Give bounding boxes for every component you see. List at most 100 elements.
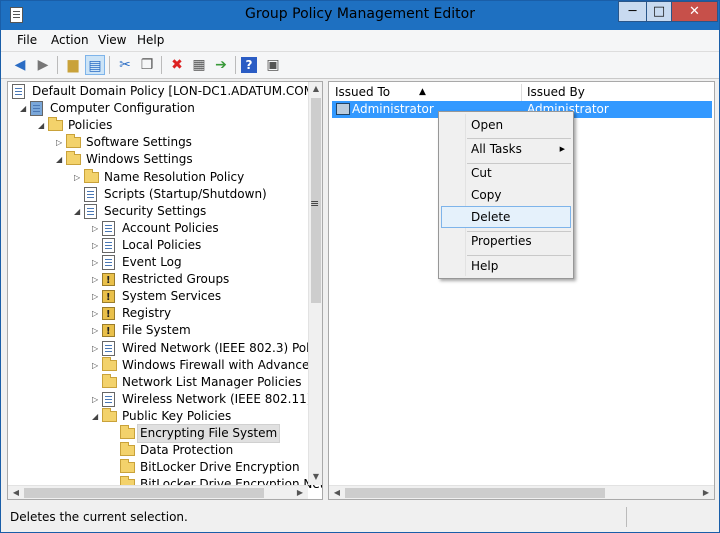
- collapse-arrow-icon[interactable]: ◢: [20, 100, 29, 117]
- expand-arrow-icon[interactable]: ▷: [92, 391, 101, 408]
- context-open[interactable]: Open: [441, 114, 571, 136]
- scroll-left-icon[interactable]: ◀: [329, 488, 345, 497]
- context-cut[interactable]: Cut: [441, 162, 571, 184]
- tree-item-label: System Services: [122, 289, 222, 304]
- delete-icon[interactable]: ✖: [167, 55, 187, 75]
- tree-item[interactable]: ▷ Software Settings: [8, 134, 308, 151]
- properties-icon[interactable]: ▦: [189, 55, 209, 75]
- tree-item[interactable]: ▷ Restricted Groups: [8, 271, 308, 289]
- tree-item-label: Registry: [122, 306, 172, 321]
- export-icon[interactable]: ➔: [211, 55, 231, 75]
- cut-icon[interactable]: ✂: [115, 55, 135, 75]
- expand-arrow-icon[interactable]: ▷: [92, 237, 101, 254]
- tree-item[interactable]: ▷ Event Log: [8, 254, 308, 271]
- help-icon[interactable]: ?: [241, 57, 257, 73]
- menu-file[interactable]: File: [17, 33, 37, 47]
- tree-item[interactable]: Scripts (Startup/Shutdown): [8, 186, 308, 203]
- column-header-issued-by[interactable]: Issued By: [527, 84, 585, 101]
- expand-arrow-icon[interactable]: ▷: [92, 220, 101, 237]
- close-button[interactable]: ✕: [671, 1, 718, 22]
- tree-item-label: Default Domain Policy [LON-DC1.ADATUM.CO…: [32, 84, 323, 98]
- collapse-arrow-icon[interactable]: ◢: [38, 117, 47, 134]
- tree-item[interactable]: ▷ System Services: [8, 288, 308, 306]
- scroll-right-icon[interactable]: ▶: [698, 488, 714, 497]
- context-copy[interactable]: Copy: [441, 184, 571, 206]
- folder-icon: [66, 134, 81, 149]
- tree-item[interactable]: ▷ Local Policies: [8, 237, 308, 254]
- console-icon[interactable]: ▣: [263, 55, 283, 75]
- scroll-left-icon[interactable]: ◀: [8, 488, 24, 497]
- tree-hscroll-thumb[interactable]: [24, 488, 264, 498]
- menu-action[interactable]: Action: [51, 33, 89, 47]
- tree-item[interactable]: ▷ Name Resolution Policy: [8, 168, 308, 186]
- tree-item[interactable]: Default Domain Policy [LON-DC1.ADATUM.CO…: [8, 83, 322, 100]
- expand-arrow-icon[interactable]: ▷: [92, 305, 101, 322]
- submenu-arrow-icon: ▶: [559, 145, 565, 153]
- context-all-tasks[interactable]: All Tasks ▶: [441, 138, 571, 160]
- scroll-right-icon[interactable]: ▶: [292, 488, 308, 497]
- details-horizontal-scrollbar[interactable]: ◀ ▶: [329, 485, 714, 499]
- column-header-issued-to[interactable]: Issued To: [335, 84, 390, 101]
- tree-item-label: Wired Network (IEEE 802.3) Policies: [122, 340, 323, 355]
- tree-item-label: Local Policies: [122, 237, 202, 252]
- tree-item[interactable]: Network List Manager Policies: [8, 373, 308, 391]
- expand-arrow-icon[interactable]: ▷: [92, 288, 101, 305]
- tree-pane[interactable]: Default Domain Policy [LON-DC1.ADATUM.CO…: [7, 81, 323, 500]
- tree-item[interactable]: ◢ Windows Settings: [8, 151, 308, 168]
- tree-item[interactable]: ▷ Wired Network (IEEE 802.3) Policies: [8, 340, 322, 357]
- collapse-arrow-icon[interactable]: ◢: [74, 203, 83, 220]
- expand-arrow-icon[interactable]: ▷: [92, 357, 101, 374]
- expand-arrow-icon[interactable]: ▷: [92, 271, 101, 288]
- tree-item[interactable]: Data Protection: [8, 442, 308, 459]
- forward-icon[interactable]: ▶: [33, 55, 53, 75]
- tree-item[interactable]: ▷ File System: [8, 322, 308, 340]
- collapse-arrow-icon[interactable]: ◢: [56, 151, 65, 168]
- tree-item-label: Scripts (Startup/Shutdown): [104, 186, 267, 201]
- scroll-down-icon[interactable]: ▼: [308, 472, 322, 481]
- context-all-tasks-label: All Tasks: [471, 142, 522, 156]
- folder-icon: [48, 117, 63, 132]
- expand-arrow-icon[interactable]: ▷: [74, 169, 83, 186]
- show-hide-tree-icon[interactable]: ▤: [85, 55, 105, 75]
- cell-issued-to: Administrator: [352, 102, 434, 116]
- tree-item-label: Encrypting File System: [136, 424, 281, 443]
- tree-item[interactable]: ◢ Policies: [8, 117, 308, 134]
- details-hscroll-thumb[interactable]: [345, 488, 605, 498]
- collapse-arrow-icon[interactable]: ◢: [92, 408, 101, 425]
- tree-item[interactable]: ▷ Windows Firewall with Advanced Sec: [8, 356, 322, 374]
- expand-arrow-icon[interactable]: ▷: [92, 322, 101, 339]
- up-folder-icon[interactable]: ▆: [63, 55, 83, 75]
- tree-item-label: Windows Settings: [86, 152, 193, 167]
- policy-document-icon: [102, 391, 115, 407]
- tree-item[interactable]: ▷ Account Policies: [8, 220, 308, 237]
- menu-help[interactable]: Help: [137, 33, 164, 47]
- tree-item[interactable]: ▷ Wireless Network (IEEE 802.11) Polici: [8, 391, 322, 408]
- tree-item[interactable]: BitLocker Drive Encryption: [8, 459, 308, 476]
- tree-horizontal-scrollbar[interactable]: ◀ ▶: [8, 485, 308, 499]
- copy-icon[interactable]: ❐: [137, 55, 157, 75]
- minimize-button[interactable]: ─: [618, 1, 647, 22]
- tree-item[interactable]: ▷ Registry: [8, 305, 308, 323]
- sort-ascending-icon: ▲: [419, 87, 426, 97]
- tree-vertical-scrollbar[interactable]: ▲ ▼: [308, 82, 322, 485]
- context-delete[interactable]: Delete: [441, 206, 571, 228]
- expand-arrow-icon[interactable]: ▷: [56, 134, 65, 151]
- title-bar[interactable]: Group Policy Management Editor ─ □ ✕: [1, 1, 719, 30]
- splitter-handle[interactable]: ≡: [310, 197, 319, 210]
- tree-item-label: Wireless Network (IEEE 802.11) Polici: [122, 391, 322, 406]
- tree-item-label: BitLocker Drive Encryption: [140, 460, 300, 475]
- tree-item[interactable]: ◢ Security Settings: [8, 203, 308, 220]
- expand-arrow-icon[interactable]: ▷: [92, 254, 101, 271]
- folder-icon: [102, 373, 117, 388]
- tree-item[interactable]: ◢ Computer Configuration: [8, 100, 308, 117]
- context-properties[interactable]: Properties: [441, 230, 571, 252]
- tree-item[interactable]: ◢ Public Key Policies: [8, 407, 308, 425]
- back-icon[interactable]: ◀: [10, 55, 30, 75]
- tree-item-label: Name Resolution Policy: [104, 169, 245, 184]
- maximize-button[interactable]: □: [646, 1, 672, 22]
- tree-item[interactable]: Encrypting File System: [8, 424, 308, 443]
- context-help[interactable]: Help: [441, 255, 571, 277]
- menu-view[interactable]: View: [98, 33, 126, 47]
- scroll-up-icon[interactable]: ▲: [308, 84, 322, 93]
- expand-arrow-icon[interactable]: ▷: [92, 340, 101, 357]
